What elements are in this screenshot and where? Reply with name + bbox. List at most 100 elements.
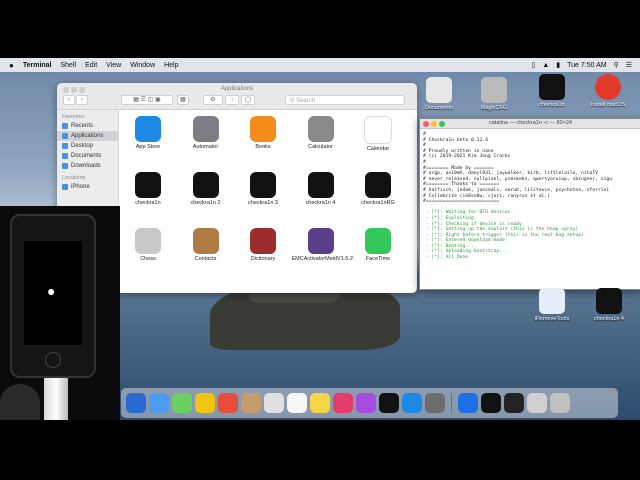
app-label: checkra1n 2	[190, 200, 221, 206]
sidebar-item-label: iPhone	[71, 184, 90, 190]
action-gear-button[interactable]: ⚙	[203, 95, 223, 105]
back-button[interactable]: ‹	[63, 95, 75, 105]
share-button[interactable]: ↑	[225, 95, 239, 105]
app-item[interactable]: Books	[234, 116, 292, 151]
sidebar-item-desktop[interactable]: Desktop	[57, 141, 118, 151]
app-item[interactable]: checkra1n	[119, 172, 177, 207]
search-placeholder: Search	[296, 98, 316, 104]
sidebar-item-iphone[interactable]: iPhone	[57, 182, 118, 192]
battery-icon[interactable]: ▮	[556, 61, 560, 69]
menu-edit[interactable]: Edit	[85, 62, 97, 69]
app-icon	[135, 116, 161, 142]
app-item[interactable]: checkra1nRG	[349, 172, 407, 207]
app-label: Automator	[192, 144, 219, 150]
terminal-zoom-button[interactable]	[439, 121, 445, 127]
app-item[interactable]: Chess	[119, 228, 177, 263]
dock-app-icon[interactable]	[550, 393, 570, 413]
sidebar-item-recents[interactable]: Recents	[57, 121, 118, 131]
app-icon	[135, 228, 161, 254]
applications-icon	[62, 133, 68, 139]
app-label: checkra1n 3	[248, 200, 278, 206]
desktop-icon-documents[interactable]: Documents	[415, 77, 463, 111]
app-icon	[250, 116, 276, 142]
wifi-icon[interactable]: ▲	[542, 62, 549, 69]
dock-app-icon[interactable]	[504, 393, 524, 413]
app-item[interactable]: Contacts	[177, 228, 235, 263]
dock-app-icon[interactable]	[126, 393, 146, 413]
home-button	[45, 352, 61, 368]
chess-piece-icon	[596, 288, 622, 314]
app-item[interactable]: App Store	[119, 116, 177, 151]
app-item[interactable]: Dictionary	[234, 228, 292, 263]
airplay-icon[interactable]: ▯	[531, 61, 535, 69]
dock-app-icon[interactable]	[402, 393, 422, 413]
magiccfg-app-icon	[481, 77, 507, 103]
app-label: EMCActivatorMeidV1.5.2	[291, 256, 353, 262]
dock-app-icon[interactable]	[310, 393, 330, 413]
sidebar-item-label: Documents	[71, 153, 102, 159]
app-item[interactable]: Calculator	[292, 116, 350, 151]
group-button[interactable]: ▦	[177, 95, 189, 105]
forward-button[interactable]: ›	[76, 95, 88, 105]
desktop-icon-iremovetools[interactable]: iRemoveTools	[528, 288, 576, 322]
dock-app-icon[interactable]	[333, 393, 353, 413]
dock-app-icon[interactable]	[379, 393, 399, 413]
app-item[interactable]: Calendar	[349, 116, 407, 153]
menu-window[interactable]: Window	[130, 62, 155, 69]
terminal-window: catalina — checkra1n -c — 80×24 # # Check…	[419, 118, 640, 290]
tag-button[interactable]: ◯	[241, 95, 255, 105]
terminal-minimize-button[interactable]	[431, 121, 437, 127]
control-center-icon[interactable]: ☰	[626, 61, 632, 69]
dock-separator	[451, 393, 452, 413]
dock-app-icon[interactable]	[149, 393, 169, 413]
clock-icon	[62, 123, 68, 129]
desktop-icon-label: iRemoveTools	[534, 316, 570, 322]
view-mode-switcher[interactable]: ▦ ☰ ◫ ▣	[121, 95, 173, 105]
app-item[interactable]: checkra1n 4	[292, 172, 350, 207]
dock-app-icon[interactable]	[356, 393, 376, 413]
desktop-icon-magiccfg[interactable]: MagicCFG	[470, 77, 518, 111]
app-item[interactable]: checkra1n 3	[234, 172, 292, 207]
sidebar-item-downloads[interactable]: Downloads	[57, 161, 118, 171]
dock-app-icon[interactable]	[195, 393, 215, 413]
app-item[interactable]: EMCActivatorMeidV1.5.2	[291, 228, 353, 263]
sidebar-item-label: Recents	[71, 123, 94, 129]
app-label: checkra1n	[135, 200, 161, 206]
sidebar-item-label: Desktop	[71, 143, 94, 149]
finder-toolbar: Applications ‹ › ▦ ☰ ◫ ▣ ▦ ⚙ ↑ ◯ ⚲ Searc…	[57, 83, 417, 110]
app-item[interactable]: checkra1n 2	[177, 172, 235, 207]
sidebar-item-documents[interactable]: Documents	[57, 151, 118, 161]
dock-app-icon[interactable]	[172, 393, 192, 413]
desktop-icon	[62, 143, 68, 149]
spotlight-icon[interactable]: ⚲	[614, 61, 619, 69]
app-item[interactable]: Automator	[177, 116, 235, 151]
dock-app-icon[interactable]	[264, 393, 284, 413]
dock-app-icon[interactable]	[425, 393, 445, 413]
terminal-title: catalina — checkra1n -c — 80×24	[488, 120, 572, 126]
apple-menu-icon[interactable]: ●	[9, 61, 14, 70]
video-letterbox-top	[0, 0, 640, 58]
terminal-output[interactable]: # # Checkra1n beta 0.12.4 # # Proudly writt…	[420, 129, 640, 264]
dock-app-icon[interactable]	[241, 393, 261, 413]
sidebar-favorites-header: Favorites	[62, 114, 85, 120]
menu-help[interactable]: Help	[164, 62, 178, 69]
app-icon	[307, 228, 334, 254]
search-input[interactable]: ⚲ Search	[285, 95, 405, 105]
menu-app-name[interactable]: Terminal	[23, 62, 52, 69]
dock-app-icon[interactable]	[287, 393, 307, 413]
desktop-icon-install-macos[interactable]: Install macOS	[584, 74, 632, 108]
app-label: Calculator	[308, 144, 333, 150]
app-icon	[365, 228, 391, 254]
dock-app-icon[interactable]	[458, 393, 478, 413]
terminal-close-button[interactable]	[423, 121, 429, 127]
dock-app-icon[interactable]	[218, 393, 238, 413]
menu-clock[interactable]: Tue 7:50 AM	[567, 62, 606, 69]
sidebar-item-applications[interactable]: Applications	[57, 131, 118, 141]
desktop-icon-checkra1n-4[interactable]: checkra1n 4	[585, 288, 633, 322]
menu-view[interactable]: View	[106, 62, 121, 69]
desktop-icon-checkra1n[interactable]: checkra1n	[528, 74, 576, 108]
menu-shell[interactable]: Shell	[61, 62, 77, 69]
app-item[interactable]: FaceTime	[349, 228, 407, 263]
dock-app-icon[interactable]	[481, 393, 501, 413]
dock-app-icon[interactable]	[527, 393, 547, 413]
